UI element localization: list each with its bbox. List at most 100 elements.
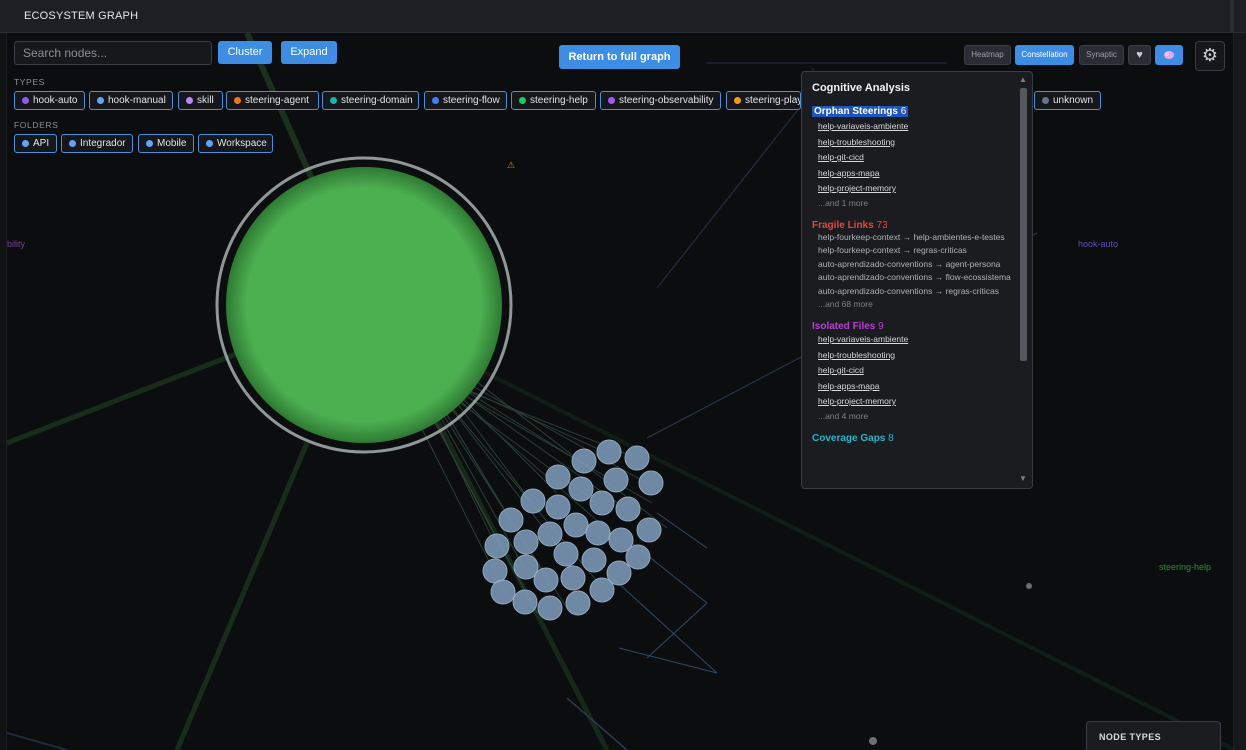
synaptic-mode-button[interactable]: Synaptic xyxy=(1079,45,1124,65)
search-input[interactable] xyxy=(14,41,212,65)
type-chip-hook-manual[interactable]: hook-manual xyxy=(89,91,173,110)
graph-node[interactable] xyxy=(581,547,607,573)
graph-node[interactable] xyxy=(537,521,563,547)
graph-node[interactable] xyxy=(636,517,662,543)
orphan-item-link[interactable]: help-git-cicd xyxy=(818,150,1017,166)
isolated-files-heading[interactable]: Isolated Files 9 xyxy=(812,321,1017,332)
chip-label: API xyxy=(33,138,50,149)
type-chip-steering-help[interactable]: steering-help xyxy=(511,91,596,110)
heatmap-mode-button[interactable]: Heatmap xyxy=(964,45,1011,65)
return-to-full-graph-button[interactable]: Return to full graph xyxy=(559,45,680,69)
isolated-item-link[interactable]: help-troubleshooting xyxy=(818,348,1017,364)
type-chip-steering-domain[interactable]: steering-domain xyxy=(322,91,419,110)
isolated-item-link[interactable]: help-variaveis-ambiente xyxy=(818,332,1017,348)
isolated-count: 9 xyxy=(878,321,884,332)
color-dot-icon xyxy=(186,97,193,104)
color-dot-icon xyxy=(1042,97,1049,104)
graph-node[interactable] xyxy=(537,595,563,621)
coverage-gaps-heading[interactable]: Coverage Gaps 8 xyxy=(812,433,1017,444)
folder-chip-mobile[interactable]: Mobile xyxy=(138,134,194,153)
chip-label: Mobile xyxy=(157,138,187,149)
heart-icon[interactable]: ♥ xyxy=(1128,45,1151,65)
canvas-label-steering-help: steering-help xyxy=(1159,562,1212,572)
type-chip-steering-flow[interactable]: steering-flow xyxy=(424,91,507,110)
title-bar-edge xyxy=(1230,0,1234,33)
graph-node[interactable] xyxy=(513,529,539,555)
cluster-button[interactable]: Cluster xyxy=(218,41,272,64)
fragile-list: help-fourkeep-context → help-ambientes-e… xyxy=(812,231,1017,299)
graph-node[interactable] xyxy=(603,467,629,493)
graph-node[interactable] xyxy=(565,590,591,616)
orphan-more[interactable]: ...and 1 more xyxy=(818,197,1017,210)
graph-node[interactable] xyxy=(490,579,516,605)
expand-button[interactable]: Expand xyxy=(281,41,337,64)
folder-chip-api[interactable]: API xyxy=(14,134,57,153)
fragile-links-heading[interactable]: Fragile Links 73 xyxy=(812,220,1017,231)
orphan-item-link[interactable]: help-variaveis-ambiente xyxy=(818,119,1017,135)
graph-node[interactable] xyxy=(533,567,559,593)
type-chip-steering-observability[interactable]: steering-observability xyxy=(600,91,721,110)
scroll-down-icon[interactable]: ▼ xyxy=(1019,474,1027,483)
constellation-mode-button[interactable]: Constellation xyxy=(1015,45,1074,65)
graph-node[interactable] xyxy=(624,445,650,471)
fragile-link-item: auto-aprendizado-conventions → flow-ecos… xyxy=(818,272,1011,282)
fragile-count: 73 xyxy=(876,219,888,231)
isolated-item-link[interactable]: help-git-cicd xyxy=(818,363,1017,379)
type-chip-hook-auto[interactable]: hook-auto xyxy=(14,91,85,110)
orphan-steerings-heading[interactable]: Orphan Steerings 6 xyxy=(812,106,909,117)
graph-node[interactable] xyxy=(484,533,510,559)
chip-label: skill xyxy=(197,95,214,106)
gear-icon[interactable]: ⚙ xyxy=(1195,41,1225,71)
graph-node[interactable] xyxy=(571,448,597,474)
orphan-item-link[interactable]: help-troubleshooting xyxy=(818,135,1017,151)
orphan-item-link[interactable]: help-project-memory xyxy=(818,181,1017,197)
graph-node[interactable] xyxy=(512,589,538,615)
chip-label: hook-manual xyxy=(108,95,166,106)
graph-node[interactable] xyxy=(585,520,611,546)
color-dot-icon xyxy=(432,97,439,104)
fragile-more[interactable]: ...and 68 more xyxy=(818,298,1017,311)
graph-node[interactable] xyxy=(625,544,651,570)
folder-chip-integrador[interactable]: Integrador xyxy=(61,134,133,153)
isolated-more[interactable]: ...and 4 more xyxy=(818,410,1017,423)
orphan-item-link[interactable]: help-apps-mapa xyxy=(818,166,1017,182)
fragile-link-item: help-fourkeep-context → help-ambientes-e… xyxy=(818,231,1005,242)
graph-node[interactable] xyxy=(545,464,571,490)
graph-node[interactable] xyxy=(520,488,546,514)
graph-node[interactable] xyxy=(563,512,589,538)
node-types-panel[interactable]: NODE TYPES xyxy=(1086,721,1221,750)
graph-node[interactable] xyxy=(589,577,615,603)
isolated-item-link[interactable]: help-project-memory xyxy=(818,394,1017,410)
isolated-list: help-variaveis-ambiente help-troubleshoot… xyxy=(812,332,1017,410)
scroll-up-icon[interactable]: ▲ xyxy=(1019,75,1027,84)
graph-node[interactable] xyxy=(638,470,664,496)
graph-node[interactable] xyxy=(568,476,594,502)
color-dot-icon xyxy=(22,140,29,147)
chip-label: steering-play xyxy=(745,95,801,106)
graph-node[interactable] xyxy=(560,565,586,591)
orphan-list: help-variaveis-ambiente help-troubleshoot… xyxy=(812,119,1017,197)
graph-node[interactable] xyxy=(615,496,641,522)
graph-node[interactable] xyxy=(596,439,622,465)
canvas-label-hook-auto: hook-auto xyxy=(1078,239,1119,249)
folder-chip-workspace[interactable]: Workspace xyxy=(198,134,273,153)
chip-label: steering-help xyxy=(530,95,588,106)
graph-node[interactable] xyxy=(498,507,524,533)
isolated-item-link[interactable]: help-apps-mapa xyxy=(818,379,1017,395)
chip-label: unknown xyxy=(1053,95,1094,106)
right-gutter xyxy=(1234,33,1246,750)
graph-node[interactable] xyxy=(482,558,508,584)
color-dot-icon xyxy=(234,97,241,104)
type-chip-unknown[interactable]: unknown xyxy=(1034,91,1101,110)
color-dot-icon xyxy=(69,140,76,147)
panel-scrollbar[interactable] xyxy=(1020,88,1027,361)
graph-node[interactable] xyxy=(545,494,571,520)
type-chip-steering-play[interactable]: steering-play xyxy=(726,91,801,110)
type-chip-skill[interactable]: skill xyxy=(178,91,223,110)
cognitive-analysis-panel[interactable]: Cognitive Analysis Orphan Steerings 6 he… xyxy=(801,71,1033,489)
type-chip-steering-agent[interactable]: steering-agent xyxy=(226,91,319,110)
brain-icon[interactable] xyxy=(1155,45,1183,65)
graph-node[interactable] xyxy=(553,541,579,567)
graph-node[interactable] xyxy=(589,490,615,516)
chip-label: steering-flow xyxy=(443,95,500,106)
